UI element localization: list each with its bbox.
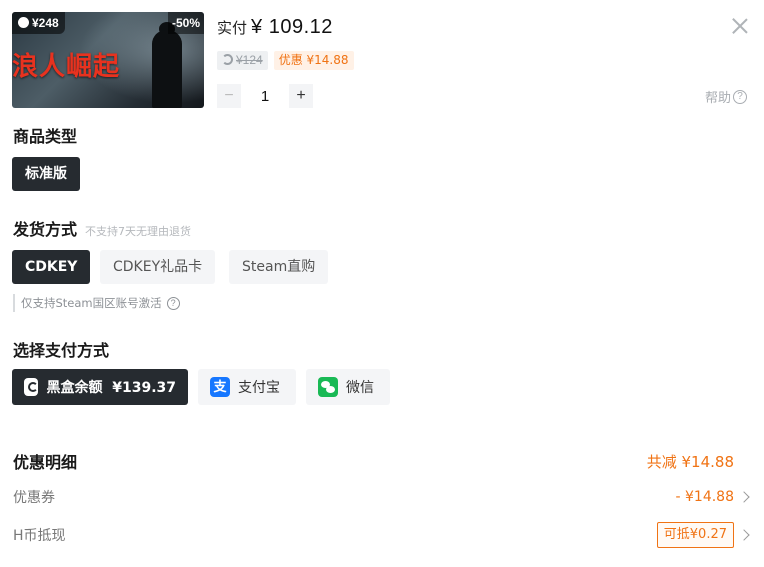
actual-price-label: 实付 xyxy=(217,19,248,37)
delivery-note: 不支持7天无理由退货 xyxy=(85,225,192,238)
chevron-right-icon xyxy=(738,529,750,541)
discount-header: 优惠明细 共减 ¥14.88 xyxy=(13,449,750,473)
original-price: ¥124 xyxy=(236,53,263,67)
actual-price-amount: ¥ 109.12 xyxy=(251,16,333,38)
pay-alipay[interactable]: 支 支付宝 xyxy=(198,369,296,405)
hcoin-deduct-badge[interactable]: 可抵¥0.27 xyxy=(656,522,734,548)
pay-heybox-balance[interactable]: 黑盒余额 ¥139.37 xyxy=(12,369,188,405)
delivery-hint: 仅支持Steam国区账号激活 ? xyxy=(13,294,180,312)
price-tags: ¥124 优惠 ¥14.88 xyxy=(217,51,354,70)
decrease-button[interactable]: − xyxy=(217,84,241,108)
actual-price: 实付 ¥ 109.12 xyxy=(217,16,333,44)
pay-wechat-label: 微信 xyxy=(346,380,374,396)
steam-icon xyxy=(18,17,29,28)
help-label: 帮助 xyxy=(705,91,732,106)
pay-alipay-label: 支付宝 xyxy=(238,380,280,396)
help-icon: ? xyxy=(733,89,748,104)
heybox-icon xyxy=(24,378,39,396)
option-cdkey[interactable]: CDKEY xyxy=(12,250,91,284)
hcoin-label: H币抵现 xyxy=(13,528,66,544)
coupon-label: 优惠券 xyxy=(13,490,55,506)
original-price-tag: ¥124 xyxy=(217,51,268,70)
hcoin-value-wrap: 可抵¥0.27 xyxy=(656,522,750,548)
help-link[interactable]: 帮助 ? xyxy=(705,87,748,106)
game-cover-image: ¥248 -50% 浪人崛起 xyxy=(12,12,204,108)
sync-icon xyxy=(222,54,233,65)
hcoin-row[interactable]: H币抵现 可抵¥0.27 xyxy=(13,520,750,550)
coupon-tag: 优惠 ¥14.88 xyxy=(273,51,354,70)
quantity-stepper: − 1 + xyxy=(217,84,313,108)
coupon-value: - ¥14.88 xyxy=(675,489,735,505)
cover-price: ¥248 xyxy=(32,16,59,30)
cover-discount-badge: -50% xyxy=(167,12,204,34)
product-type-title: 商品类型 xyxy=(13,127,78,146)
option-cdkey-gift-card[interactable]: CDKEY礼品卡 xyxy=(100,250,216,284)
increase-button[interactable]: + xyxy=(289,84,313,108)
cover-figure xyxy=(152,30,182,108)
delivery-hint-text: 仅支持Steam国区账号激活 xyxy=(21,296,162,310)
option-standard-edition[interactable]: 标准版 xyxy=(12,157,80,191)
discount-total: 共减 ¥14.88 xyxy=(646,452,734,471)
delivery-title-text: 发货方式 xyxy=(13,220,78,239)
option-steam-direct[interactable]: Steam直购 xyxy=(229,250,329,284)
alipay-icon: 支 xyxy=(210,377,230,397)
pay-wechat[interactable]: 微信 xyxy=(306,369,390,405)
coupon-row[interactable]: 优惠券 - ¥14.88 xyxy=(13,486,750,508)
cover-price-tag: ¥248 xyxy=(12,12,65,34)
quantity-value[interactable]: 1 xyxy=(241,88,289,105)
cover-game-title: 浪人崛起 xyxy=(12,52,121,82)
discount-title: 优惠明细 xyxy=(13,453,78,472)
payment-title: 选择支付方式 xyxy=(13,341,110,360)
chevron-right-icon xyxy=(738,491,750,503)
coupon-value-wrap: - ¥14.88 xyxy=(676,489,751,505)
question-icon[interactable]: ? xyxy=(166,296,180,310)
close-icon[interactable] xyxy=(730,16,750,36)
pay-heybox-label: 黑盒余额 ¥139.37 xyxy=(46,380,176,396)
wechat-icon xyxy=(318,377,338,397)
delivery-title: 发货方式 不支持7天无理由退货 xyxy=(13,216,191,240)
